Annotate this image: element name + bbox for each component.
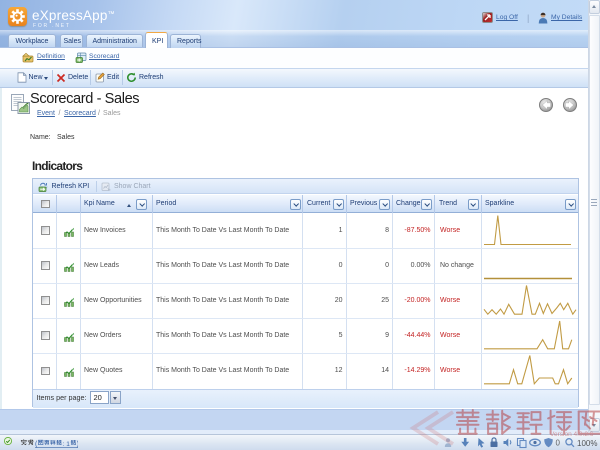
svg-text:): )	[77, 440, 78, 447]
svg-text:100%: 100%	[577, 439, 597, 448]
svg-text:(: (	[35, 440, 38, 447]
svg-text:: 1: : 1	[63, 440, 71, 447]
svg-text:0: 0	[556, 438, 561, 447]
